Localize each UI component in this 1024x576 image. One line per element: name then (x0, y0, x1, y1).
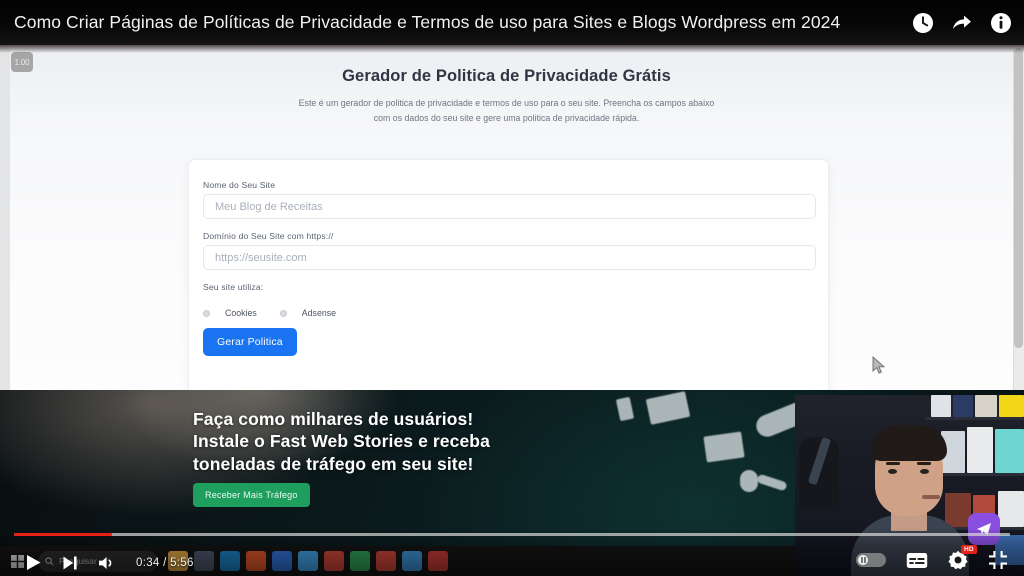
book-2 (953, 395, 973, 417)
domain-input[interactable] (203, 245, 816, 270)
book-7 (995, 429, 1024, 473)
webcam-overlay (795, 395, 1024, 576)
settings-gear-button[interactable]: HD (948, 545, 977, 570)
book-4 (999, 395, 1024, 417)
player-controls-right: HD (856, 545, 1008, 570)
taskbar-app-photos[interactable] (272, 551, 292, 571)
taskbar-app-excel[interactable] (350, 551, 370, 571)
microphone-prop (799, 436, 839, 507)
person-hair (871, 425, 947, 461)
microphone-arm (807, 436, 832, 486)
banner-headline-line-3: toneladas de tráfego em seu site! (193, 453, 474, 474)
taskbar-app-list (168, 551, 448, 571)
taskbar-app-recorder[interactable] (428, 551, 448, 571)
autoplay-toggle[interactable] (856, 553, 886, 567)
banner-headline-line-1: Faça como milhares de usuários! (193, 409, 474, 429)
time-display: 0:34 / 5:56 (136, 556, 194, 569)
info-icon[interactable] (988, 10, 1014, 36)
page-title: Gerador de Politica de Privacidade Gráti… (342, 67, 671, 85)
radio-adsense[interactable] (279, 309, 287, 317)
options-radio-group: Cookies Adsense (203, 308, 351, 318)
player-top-actions (910, 0, 1014, 45)
next-video-button[interactable] (61, 554, 79, 572)
banner-deco-laptop (703, 431, 745, 463)
taskbar-app-firefox[interactable] (246, 551, 266, 571)
person-brow-right (917, 462, 931, 465)
banner-deco-mouse (740, 470, 758, 492)
player-top-bar: Como Criar Páginas de Políticas de Priva… (0, 0, 1024, 53)
person-brow-left (886, 462, 900, 465)
autoplay-toggle-track[interactable] (856, 553, 886, 567)
radio-adsense-label: Adsense (301, 308, 337, 318)
progress-bar[interactable] (14, 533, 1010, 536)
banner-headline-line-2: Instale o Fast Web Stories e receba (193, 431, 490, 452)
taskbar-app-notes[interactable] (194, 551, 214, 571)
person-eye-left (888, 469, 897, 474)
radio-cookies-label: Cookies (225, 308, 257, 318)
book-3 (975, 395, 997, 417)
radio-cookies[interactable] (203, 309, 210, 317)
site-name-label: Nome do Seu Site (203, 180, 276, 190)
share-icon[interactable] (949, 10, 975, 36)
watch-later-icon[interactable] (910, 10, 936, 36)
banner-cta-button[interactable]: Receber Mais Tráfego (193, 483, 310, 507)
book-10 (998, 491, 1024, 527)
domain-label: Domínio do Seu Site com https:// (203, 231, 334, 241)
uses-label: Seu site utiliza: (203, 282, 264, 292)
page-scrollbar[interactable] (1013, 45, 1024, 390)
generator-form-card: Nome do Seu Site Domínio do Seu Site com… (188, 159, 829, 413)
banner-headline: Faça como milhares de usuários! Instale … (193, 408, 490, 475)
autoplay-toggle-knob (858, 555, 868, 565)
generate-policy-button[interactable]: Gerar Politica (203, 328, 297, 356)
quality-hd-badge: HD (961, 545, 977, 554)
taskbar-app-chrome2[interactable] (376, 551, 396, 571)
person-mouth (922, 495, 940, 499)
play-button[interactable] (24, 553, 43, 572)
exit-fullscreen-icon[interactable] (988, 550, 1008, 570)
hero-subtitle: Este é um gerador de politica de privaci… (272, 96, 742, 127)
video-title: Como Criar Páginas de Políticas de Priva… (14, 12, 841, 32)
taskbar-app-calendar[interactable] (298, 551, 318, 571)
player-controls-left: 0:34 / 5:56 (24, 553, 194, 572)
shelf-1 (925, 417, 1024, 420)
hero-subtitle-line-2: com os dados do seu site e gere uma poli… (373, 113, 640, 124)
subtitles-icon[interactable] (906, 552, 928, 569)
site-name-input[interactable] (203, 194, 816, 219)
taskbar-app-chrome[interactable] (324, 551, 344, 571)
scrollbar-thumb[interactable] (1014, 48, 1023, 348)
progress-bar-played (14, 533, 112, 536)
person-eye-right (920, 469, 929, 474)
taskbar-app-edge[interactable] (220, 551, 240, 571)
taskbar-app-chrome3[interactable] (402, 551, 422, 571)
hero-section: Gerador de Politica de Privacidade Gráti… (0, 67, 1013, 127)
screen-root: 1.00 Gerador de Politica de Privacidade … (0, 0, 1024, 576)
hero-subtitle-line-1: Este é um gerador de politica de privaci… (298, 98, 715, 108)
volume-button[interactable] (97, 554, 116, 572)
book-1 (931, 395, 951, 417)
